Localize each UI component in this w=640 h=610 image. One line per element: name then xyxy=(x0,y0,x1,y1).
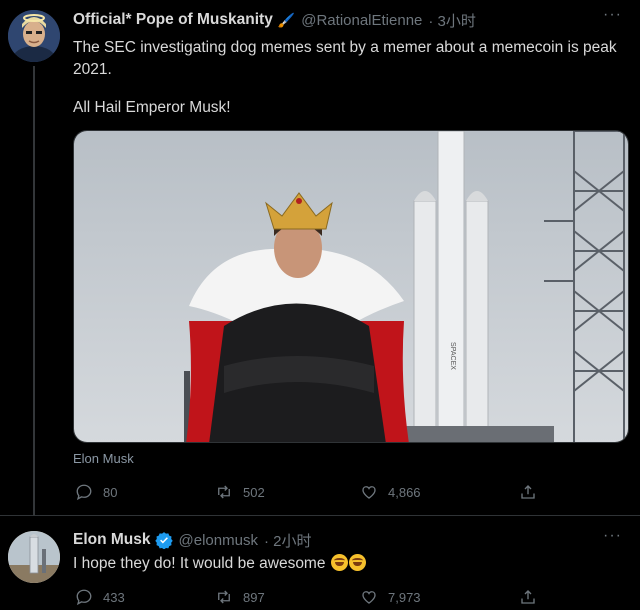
timestamp[interactable]: · 3小时 xyxy=(428,10,476,31)
retweet-button[interactable]: 897 xyxy=(215,588,265,606)
retweet-icon xyxy=(218,590,230,604)
tweet-actions: 80 502 4,866 xyxy=(73,483,573,505)
tweet-text: All Hail Emperor Musk! xyxy=(73,99,231,116)
retweet-icon xyxy=(218,485,230,499)
avatar[interactable] xyxy=(8,531,60,583)
share-button[interactable] xyxy=(519,483,547,501)
reply-count: 433 xyxy=(103,589,125,605)
share-button[interactable] xyxy=(519,588,547,606)
tweet-actions: 433 897 7,973 xyxy=(73,588,573,610)
tweet[interactable]: Elon Musk @elonmusk · 2小时 ··· I hope the… xyxy=(0,517,640,610)
like-count: 4,866 xyxy=(388,484,421,500)
tweet-header: Elon Musk @elonmusk · 2小时 xyxy=(73,529,311,551)
author-name[interactable]: Elon Musk xyxy=(73,531,151,549)
retweet-button[interactable]: 502 xyxy=(215,483,265,501)
reply-button[interactable]: 433 xyxy=(75,588,125,606)
reply-count: 80 xyxy=(103,484,118,500)
comment-icon xyxy=(76,589,92,606)
more-icon[interactable]: ··· xyxy=(603,527,622,545)
reply-button[interactable]: 80 xyxy=(75,483,117,501)
media-caption[interactable]: Elon Musk xyxy=(73,451,134,466)
share-icon xyxy=(521,485,535,499)
like-icon xyxy=(362,591,376,604)
author-handle[interactable]: @elonmusk xyxy=(179,532,258,549)
rolling-laughing-emoji-icon xyxy=(330,554,348,571)
thread-line xyxy=(33,66,35,516)
like-button[interactable]: 4,866 xyxy=(360,483,421,501)
tweet-text: The SEC investigating dog memes sent by … xyxy=(73,39,617,78)
rolling-laughing-emoji-icon xyxy=(348,554,366,571)
like-count: 7,973 xyxy=(388,589,421,605)
timestamp[interactable]: · 2小时 xyxy=(264,530,312,551)
more-icon[interactable]: ··· xyxy=(603,6,622,24)
retweet-count: 502 xyxy=(243,484,265,500)
verified-badge-icon xyxy=(154,532,173,549)
like-icon xyxy=(362,486,376,499)
tweet[interactable]: Official* Pope of Muskanity 🖌️ @Rational… xyxy=(0,0,640,516)
like-button[interactable]: 7,973 xyxy=(360,588,421,606)
paintbrush-icon: 🖌️ xyxy=(277,11,296,28)
avatar[interactable] xyxy=(8,10,60,62)
tweet-image[interactable]: SPACEX xyxy=(73,130,629,443)
tweet-text: I hope they do! It would be awesome xyxy=(73,553,628,575)
author-handle[interactable]: @RationalEtienne xyxy=(301,12,422,29)
retweet-count: 897 xyxy=(243,589,265,605)
tweet-text-content: I hope they do! It would be awesome xyxy=(73,555,326,572)
author-name[interactable]: Official* Pope of Muskanity xyxy=(73,11,273,29)
comment-icon xyxy=(76,484,92,501)
rocket-label: SPACEX xyxy=(449,342,456,370)
share-icon xyxy=(521,590,535,604)
tweet-header: Official* Pope of Muskanity 🖌️ @Rational… xyxy=(73,9,476,31)
